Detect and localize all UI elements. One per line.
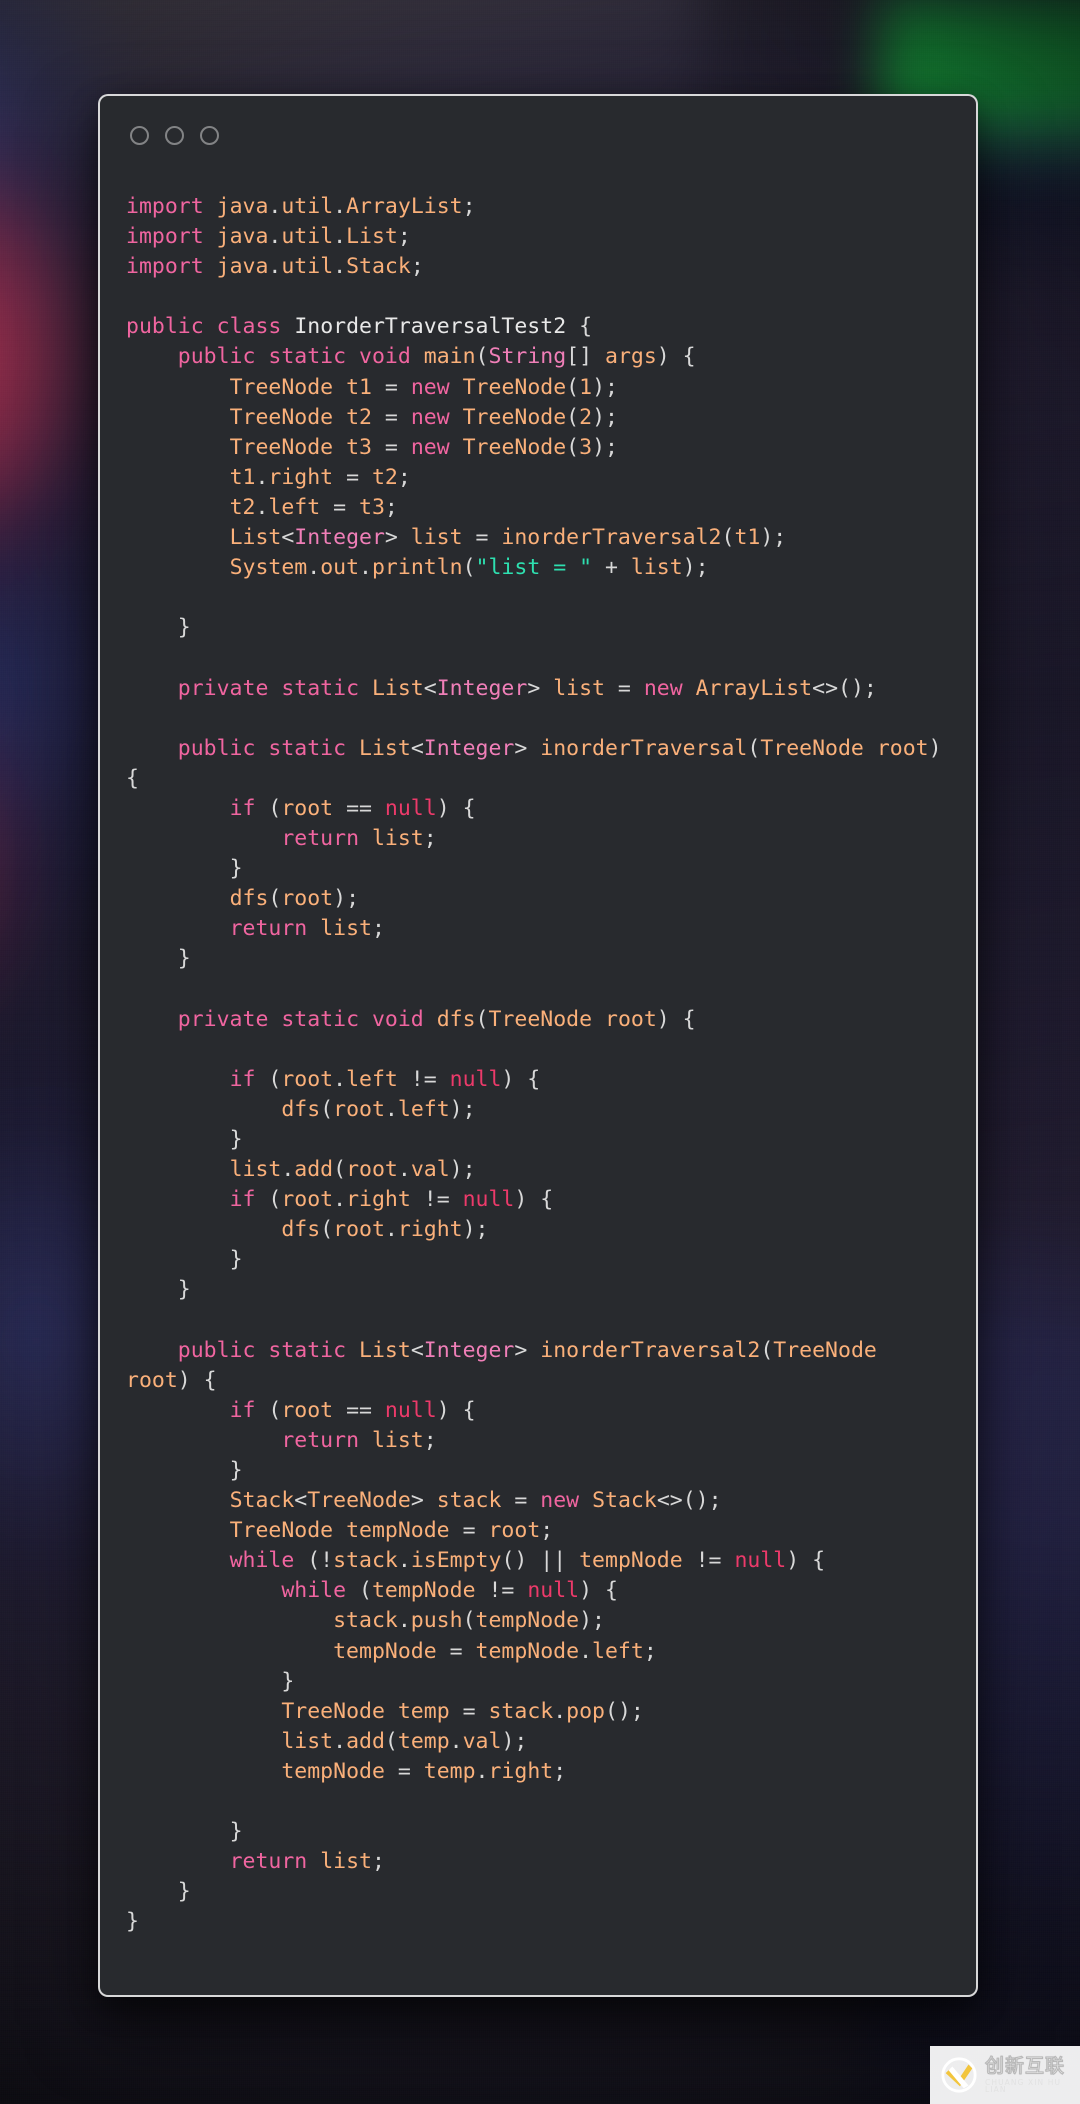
code-line: if (root == null) { xyxy=(229,795,476,821)
code-line: if (root.left != null) { xyxy=(229,1066,541,1092)
code-line: List<Integer> list = inorderTraversal2(t… xyxy=(229,525,787,551)
code-line: TreeNode tempNode = root; xyxy=(229,1518,554,1544)
code-line: list.add(root.val); xyxy=(229,1157,476,1182)
code-line: } xyxy=(126,946,191,972)
code-line: while (tempNode != null) { xyxy=(281,1578,618,1604)
window-titlebar xyxy=(100,96,976,174)
code-line: TreeNode t3 = new TreeNode(3); xyxy=(229,434,618,460)
code-line: } xyxy=(126,1879,191,1905)
watermark-title: 创新互联 xyxy=(985,2054,1066,2077)
code-line: import java.util.List; xyxy=(126,224,411,250)
code-line: private static List<Integer> list = new … xyxy=(177,675,877,701)
code-line: list.add(temp.val); xyxy=(281,1728,528,1754)
code-line: public class InorderTraversalTest2 { xyxy=(126,314,593,340)
code-line: Stack<TreeNode> stack = new Stack<>(); xyxy=(229,1488,722,1514)
code-line: } xyxy=(126,1909,139,1935)
code-line: } xyxy=(126,1126,243,1152)
code-line: TreeNode t2 = new TreeNode(2); xyxy=(229,404,618,430)
code-line: return list; xyxy=(281,825,437,851)
code-line: } xyxy=(126,1277,191,1303)
code-line: } xyxy=(126,1247,243,1273)
minimize-dot-icon[interactable] xyxy=(165,125,184,145)
maximize-dot-icon[interactable] xyxy=(200,125,219,145)
code-block[interactable]: import java.util.ArrayList; import java.u… xyxy=(100,174,976,1967)
code-line: import java.util.ArrayList; xyxy=(126,194,476,219)
code-line: System.out.println("list = " + list); xyxy=(229,555,709,581)
brand-logo-icon xyxy=(941,2057,977,2093)
code-line: TreeNode t1 = new TreeNode(1); xyxy=(229,374,618,400)
code-line: import java.util.Stack; xyxy=(126,254,424,280)
watermark-badge: 创新互联 CHUANG XIN HU LIAN xyxy=(930,2046,1080,2104)
code-line: if (root.right != null) { xyxy=(229,1187,554,1213)
code-line: return list; xyxy=(229,1849,385,1875)
code-line: return list; xyxy=(229,916,385,942)
code-line: } xyxy=(126,1457,243,1483)
code-line: while (!stack.isEmpty() || tempNode != n… xyxy=(229,1548,826,1574)
code-line: } xyxy=(126,615,191,641)
code-line: t1.right = t2; xyxy=(229,464,411,490)
code-line: public static List<Integer> inorderTrave… xyxy=(126,735,955,791)
code-line: } xyxy=(126,1819,243,1845)
code-line: } xyxy=(126,856,243,882)
code-line: } xyxy=(126,1668,295,1694)
code-line: public static void main(String[] args) { xyxy=(177,344,696,370)
code-line: if (root == null) { xyxy=(229,1397,476,1423)
code-line: t2.left = t3; xyxy=(229,494,398,520)
code-line: tempNode = temp.right; xyxy=(281,1758,567,1784)
code-window: import java.util.ArrayList; import java.u… xyxy=(98,94,978,1997)
code-line: stack.push(tempNode); xyxy=(333,1608,605,1634)
code-line: tempNode = tempNode.left; xyxy=(333,1638,657,1664)
code-line: return list; xyxy=(281,1427,437,1453)
code-line: dfs(root.right); xyxy=(281,1217,489,1243)
code-line: TreeNode temp = stack.pop(); xyxy=(281,1698,644,1724)
code-line: dfs(root.left); xyxy=(281,1096,476,1122)
close-dot-icon[interactable] xyxy=(130,125,149,145)
code-line: private static void dfs(TreeNode root) { xyxy=(177,1006,696,1032)
watermark-pinyin: CHUANG XIN HU LIAN xyxy=(985,2077,1062,2094)
code-line: dfs(root); xyxy=(229,886,360,912)
code-line: public static List<Integer> inorderTrave… xyxy=(126,1337,877,1393)
watermark-text: 创新互联 CHUANG XIN HU LIAN xyxy=(985,2054,1072,2094)
